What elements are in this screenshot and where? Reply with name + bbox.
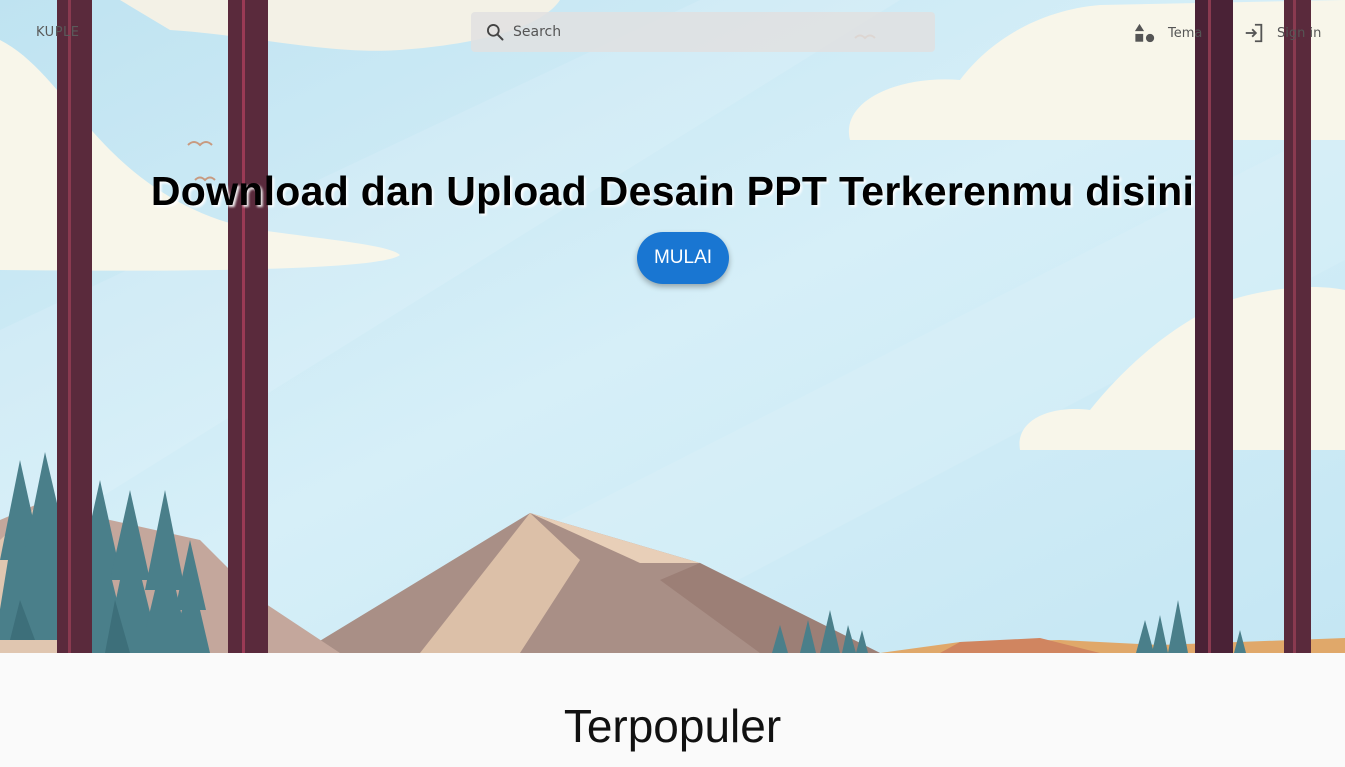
hero-illustration [0, 0, 1345, 653]
page: KUPLE Tema Sign in Downlo [0, 0, 1345, 767]
hero-banner [0, 0, 1345, 653]
search-input[interactable] [513, 12, 913, 52]
search-icon [487, 24, 504, 41]
login-icon [1245, 23, 1263, 43]
nav-signin-button[interactable]: Sign in [1243, 22, 1321, 44]
nav-tema-label: Tema [1168, 25, 1203, 41]
nav-tema-button[interactable]: Tema [1134, 22, 1202, 44]
section-title-terpopuler: Terpopuler [563, 700, 782, 752]
app-logo[interactable]: KUPLE [36, 25, 80, 40]
hero-headline: Download dan Upload Desain PPT Terkerenm… [150, 168, 1195, 214]
search-box[interactable] [471, 12, 935, 52]
top-app-bar: KUPLE Tema Sign in [0, 0, 1345, 64]
shapes-icon [1134, 23, 1155, 43]
nav-signin-label: Sign in [1277, 25, 1322, 41]
mulai-button[interactable]: MULAI [637, 232, 729, 284]
